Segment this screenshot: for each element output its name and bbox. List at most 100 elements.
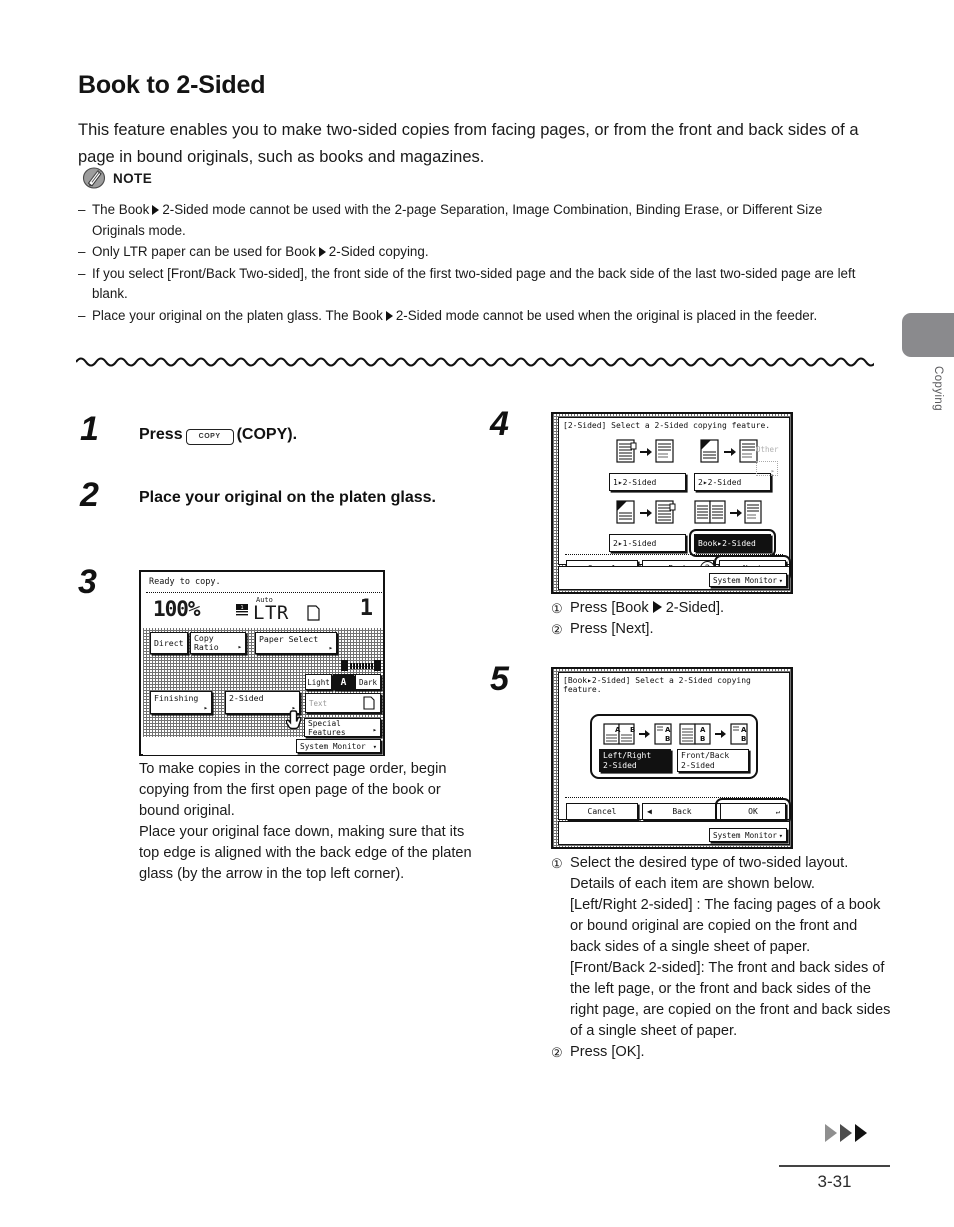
note-item-post: 2-Sided copying. bbox=[328, 244, 429, 259]
continuation-arrows bbox=[825, 1124, 867, 1142]
note-header: NOTE bbox=[82, 166, 152, 190]
note-dash: – bbox=[78, 307, 86, 323]
lcd5-btn-back[interactable]: ◀ Back bbox=[642, 803, 722, 820]
lcd3-btn-copy-ratio[interactable]: Copy Ratio ▸ bbox=[190, 632, 246, 654]
arrow-light-icon bbox=[825, 1124, 837, 1142]
step-1-number: 1 bbox=[80, 410, 99, 448]
arrow-right-icon bbox=[385, 310, 393, 321]
circled-marker-1: ① bbox=[551, 856, 563, 871]
svg-text:B: B bbox=[700, 735, 705, 743]
lcd4-btn-system-monitor[interactable]: System Monitor ▾ bbox=[709, 573, 787, 587]
arrow-right-icon bbox=[152, 205, 160, 215]
lcd-screen-step3: Ready to copy. 100% Auto 1 LTR 1 Direct … bbox=[139, 570, 385, 756]
note-dash: – bbox=[78, 244, 86, 259]
left-right-2-sided-icon: A B A B bbox=[603, 723, 672, 745]
step-2-number: 2 bbox=[80, 476, 99, 514]
note-item: – Place your original on the platen glas… bbox=[78, 306, 878, 327]
lcd3-btn-direct[interactable]: Direct bbox=[150, 632, 188, 654]
lcd-screen-step5: [Book▸2-Sided] Select a 2-Sided copying … bbox=[551, 667, 793, 849]
lcd4-option-1-to-2-sided[interactable]: 1▸2-Sided bbox=[609, 473, 686, 491]
step-5-list: ① Select the desired type of two-sided l… bbox=[551, 853, 891, 1063]
document-page: Book to 2-Sided This feature enables you… bbox=[0, 0, 954, 1227]
arrow-dark-icon bbox=[855, 1124, 867, 1142]
svg-text:B: B bbox=[630, 726, 635, 734]
lcd5-header: [Book▸2-Sided] Select a 2-Sided copying … bbox=[563, 676, 751, 694]
lcd3-btn-light-real[interactable]: Light bbox=[305, 674, 332, 690]
step4-item-pre: Press [Book bbox=[570, 600, 649, 616]
paper-tray-icon: 1 bbox=[236, 604, 248, 616]
lcd-screen-step4: [2-Sided] Select a 2-Sided copying featu… bbox=[551, 412, 793, 594]
svg-text:B: B bbox=[741, 735, 746, 743]
note-item-pre: Only LTR paper can be used for Book bbox=[92, 244, 316, 259]
svg-text:A: A bbox=[665, 726, 671, 734]
note-item: – Only LTR paper can be used for Book 2-S… bbox=[78, 242, 878, 263]
svg-text:B: B bbox=[665, 735, 670, 743]
note-item-pre: The Book bbox=[92, 202, 150, 217]
lcd5-option-front-back[interactable]: Front/Back 2-Sided bbox=[677, 749, 749, 772]
list-item: ② Press [OK]. bbox=[551, 1042, 891, 1063]
circled-marker-2: ② bbox=[551, 1045, 563, 1060]
lcd3-btn-special-features[interactable]: Special Features ▸ bbox=[304, 718, 381, 737]
lcd3-btn-system-monitor[interactable]: System Monitor ▾ bbox=[296, 739, 381, 753]
lcd3-btn-dark[interactable]: Dark bbox=[355, 674, 381, 690]
lcd5-btn-ok[interactable]: OK ↵ bbox=[720, 803, 786, 820]
book-to-two-sided-icon bbox=[694, 500, 762, 524]
step5-item-body: Select the desired type of two-sided lay… bbox=[570, 855, 891, 1039]
lcd4-header: [2-Sided] Select a 2-Sided copying featu… bbox=[563, 421, 771, 430]
svg-text:A: A bbox=[700, 726, 706, 734]
note-list: – The Book 2-Sided mode cannot be used wi… bbox=[78, 200, 878, 327]
step-4-list: ① Press [Book 2-Sided]. ② Press [Next]. bbox=[551, 598, 891, 640]
lcd5-footer-divider bbox=[565, 797, 783, 798]
arrow-medium-icon bbox=[840, 1124, 852, 1142]
lcd3-status: Ready to copy. bbox=[149, 577, 221, 587]
lcd3-divider bbox=[146, 592, 382, 593]
side-tab-marker bbox=[902, 313, 954, 357]
copy-key-icon: COPY bbox=[185, 429, 234, 445]
lcd3-btn-auto-density[interactable]: A bbox=[333, 674, 354, 690]
step5-item-body: Press [OK]. bbox=[570, 1044, 645, 1060]
document-type-icon bbox=[363, 696, 375, 710]
lcd4-other-label: Other bbox=[756, 445, 779, 454]
step-1-pre: Press bbox=[139, 426, 183, 443]
pencil-note-icon bbox=[82, 167, 106, 189]
note-item: – The Book 2-Sided mode cannot be used wi… bbox=[78, 200, 878, 241]
intro-paragraph: This feature enables you to make two-sid… bbox=[78, 120, 859, 166]
step-4-number: 4 bbox=[490, 405, 509, 443]
arrow-right-icon bbox=[652, 601, 662, 613]
lcd3-copy-count: 1 bbox=[359, 596, 373, 621]
two-to-two-sided-icon bbox=[700, 439, 758, 463]
note-item: – If you select [Front/Back Two-sided], … bbox=[78, 264, 878, 305]
lcd3-btn-paper-select[interactable]: Paper Select ▸ bbox=[255, 632, 337, 654]
step-1-post: (COPY). bbox=[236, 426, 298, 443]
arrow-right-icon bbox=[318, 247, 326, 257]
note-item-pre: If you select [Front/Back Two-sided], th… bbox=[92, 265, 856, 302]
note-item-post: 2-Sided mode cannot be used when the ori… bbox=[395, 307, 818, 323]
one-to-two-sided-icon bbox=[616, 439, 674, 463]
step4-item-post: 2-Sided]. bbox=[665, 600, 725, 616]
list-item: ① Press [Book 2-Sided]. bbox=[551, 598, 891, 619]
lcd3-paper-size: LTR bbox=[253, 602, 289, 624]
lcd3-zoom-ratio: 100% bbox=[153, 597, 201, 621]
note-label: NOTE bbox=[113, 170, 153, 186]
footer-rule bbox=[779, 1165, 890, 1167]
svg-text:A: A bbox=[615, 726, 621, 734]
two-to-one-sided-icon bbox=[616, 500, 676, 524]
svg-text:1: 1 bbox=[240, 605, 243, 611]
side-tab-label: Copying bbox=[932, 366, 944, 411]
lcd4-option-2-to-1-sided[interactable]: 2▸1-Sided bbox=[609, 534, 686, 552]
svg-text:A: A bbox=[741, 726, 747, 734]
lcd3-btn-finishing[interactable]: Finishing ▸ bbox=[150, 691, 212, 714]
lcd4-other-button[interactable]: ▸ bbox=[756, 461, 778, 476]
note-item-pre: Place your original on the platen glass.… bbox=[92, 307, 383, 323]
list-item: ① Select the desired type of two-sided l… bbox=[551, 853, 891, 1042]
page-number: 3-31 bbox=[817, 1172, 852, 1191]
lcd5-btn-system-monitor[interactable]: System Monitor ▾ bbox=[709, 828, 787, 842]
lcd5-btn-cancel[interactable]: Cancel bbox=[566, 803, 638, 820]
note-item-post: 2-Sided mode cannot be used with the 2-p… bbox=[92, 202, 823, 238]
wavy-divider bbox=[76, 357, 874, 367]
lcd4-option-book-to-2-sided[interactable]: Book▸2-Sided bbox=[694, 534, 771, 552]
step4-item-pre: Press [Next]. bbox=[570, 621, 654, 637]
circled-marker-2: ② bbox=[551, 622, 563, 637]
lcd5-option-left-right[interactable]: Left/Right 2-Sided bbox=[599, 749, 671, 772]
lcd3-density-scale[interactable] bbox=[341, 660, 381, 671]
